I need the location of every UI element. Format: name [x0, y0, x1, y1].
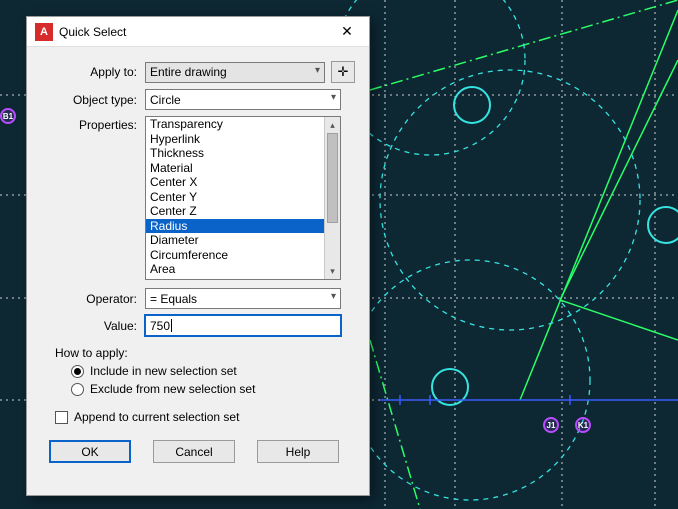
append-checkbox[interactable]: Append to current selection set — [55, 410, 355, 424]
scroll-up-icon[interactable]: ▴ — [325, 117, 340, 133]
property-item[interactable]: Area — [146, 262, 324, 277]
scroll-thumb[interactable] — [327, 133, 338, 223]
close-icon[interactable]: ✕ — [325, 17, 369, 47]
titlebar: Quick Select ✕ — [27, 17, 369, 47]
help-button[interactable]: Help — [257, 440, 339, 463]
operator-value: = Equals — [150, 292, 197, 306]
marker-k1: K1 — [575, 417, 591, 433]
value-text: 750 — [150, 319, 170, 333]
quick-select-dialog: Quick Select ✕ Apply to: Entire drawing … — [26, 16, 370, 496]
radio-exclude-indicator — [71, 383, 84, 396]
property-item[interactable]: Diameter — [146, 233, 324, 248]
property-item[interactable]: Transparency — [146, 117, 324, 132]
marker-b1: B1 — [0, 108, 16, 124]
dialog-title: Quick Select — [59, 25, 126, 39]
radio-exclude[interactable]: Exclude from new selection set — [71, 382, 355, 396]
ok-button[interactable]: OK — [49, 440, 131, 463]
radio-include-label: Include in new selection set — [90, 364, 237, 378]
apply-to-label: Apply to: — [41, 65, 145, 79]
cancel-button[interactable]: Cancel — [153, 440, 235, 463]
properties-listbox[interactable]: TransparencyHyperlinkThicknessMaterialCe… — [145, 116, 341, 280]
value-input[interactable]: 750 — [145, 315, 341, 336]
radio-exclude-label: Exclude from new selection set — [90, 382, 255, 396]
operator-label: Operator: — [41, 292, 145, 306]
property-item[interactable]: Normal X — [146, 277, 324, 280]
property-item[interactable]: Material — [146, 161, 324, 176]
radio-include[interactable]: Include in new selection set — [71, 364, 355, 378]
pick-objects-button[interactable]: ✛ — [331, 61, 355, 83]
properties-label: Properties: — [41, 116, 145, 132]
property-item[interactable]: Center Y — [146, 190, 324, 205]
append-checkbox-box — [55, 411, 68, 424]
object-type-value: Circle — [150, 93, 181, 107]
operator-combo[interactable]: = Equals — [145, 288, 341, 309]
append-checkbox-label: Append to current selection set — [74, 410, 239, 424]
value-label: Value: — [41, 319, 145, 333]
apply-to-combo[interactable]: Entire drawing — [145, 62, 325, 83]
properties-items[interactable]: TransparencyHyperlinkThicknessMaterialCe… — [146, 117, 324, 279]
property-item[interactable]: Thickness — [146, 146, 324, 161]
object-type-combo[interactable]: Circle — [145, 89, 341, 110]
object-type-label: Object type: — [41, 93, 145, 107]
property-item[interactable]: Center Z — [146, 204, 324, 219]
scroll-down-icon[interactable]: ▾ — [325, 263, 340, 279]
apply-to-value: Entire drawing — [150, 65, 227, 79]
property-item[interactable]: Center X — [146, 175, 324, 190]
property-item[interactable]: Circumference — [146, 248, 324, 263]
marker-j1: J1 — [543, 417, 559, 433]
property-item[interactable]: Radius — [146, 219, 324, 234]
text-caret — [171, 319, 172, 332]
app-icon — [35, 23, 53, 41]
how-to-apply-label: How to apply: — [55, 346, 355, 360]
scrollbar[interactable]: ▴ ▾ — [324, 117, 340, 279]
radio-include-indicator — [71, 365, 84, 378]
property-item[interactable]: Hyperlink — [146, 132, 324, 147]
crosshair-icon: ✛ — [338, 64, 349, 80]
